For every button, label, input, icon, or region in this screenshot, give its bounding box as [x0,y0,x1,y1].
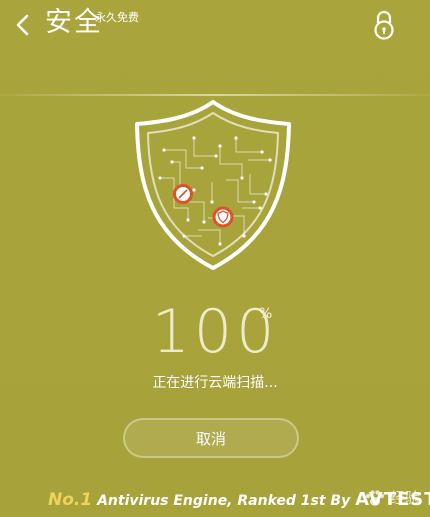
watermark-text: 经验 [389,489,420,507]
page-subtitle: 永久免费 [95,11,139,24]
lock-icon [374,10,394,40]
security-scan-screen: 安全 永久免费 100 % 正在进行云端扫描... 取消 No.1 Antivi… [0,0,430,517]
progress-readout: 100 [0,300,430,370]
header-divider [0,94,430,96]
back-button[interactable] [10,12,36,38]
watermark: 经验 [364,489,420,507]
footer-text: Antivirus Engine, Ranked 1st By [92,493,356,509]
lock-button[interactable] [372,10,396,40]
scan-marker-icon [173,184,193,204]
top-bar: 安全 永久免费 [0,0,430,54]
chevron-left-icon [16,14,29,36]
scan-status-text: 正在进行云端扫描... [152,375,278,391]
paw-icon [365,490,385,506]
cancel-button[interactable]: 取消 [123,418,299,458]
rank-label: No.1 [48,490,93,510]
shield-icon [135,100,291,270]
progress-unit: % [259,306,273,322]
shield-marker-icon [212,206,234,228]
